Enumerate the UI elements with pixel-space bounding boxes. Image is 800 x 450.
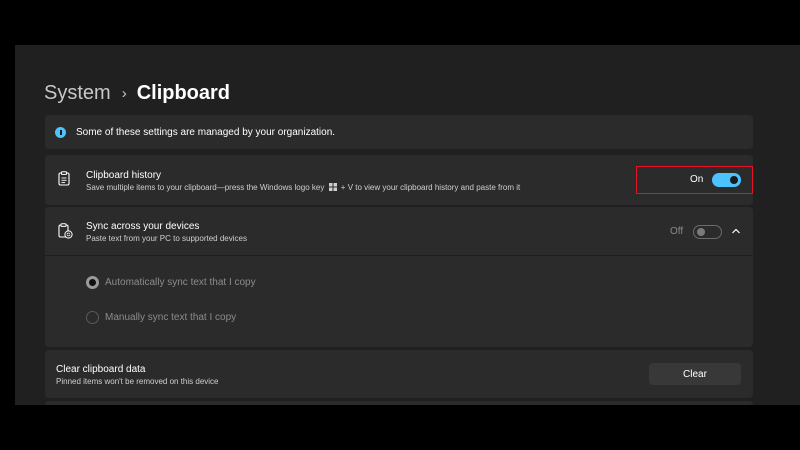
sync-toggle-label: Off — [670, 226, 684, 237]
highlight-annotation — [636, 166, 753, 194]
clipboard-history-title: Clipboard history — [86, 170, 162, 181]
clipboard-sync-icon — [58, 223, 73, 239]
sync-toggle[interactable] — [693, 225, 722, 239]
auto-sync-label: Automatically sync text that I copy — [105, 277, 256, 288]
breadcrumb: System › Clipboard — [44, 77, 230, 109]
clipboard-history-subtitle-part1: Save multiple items to your clipboard—pr… — [86, 183, 325, 192]
clear-data-subtitle: Pinned items won't be removed on this de… — [56, 377, 219, 386]
manual-sync-label: Manually sync text that I copy — [105, 312, 237, 323]
managed-info-bar: Some of these settings are managed by yo… — [45, 115, 753, 149]
windows-logo-icon — [328, 183, 337, 191]
managed-info-text: Some of these settings are managed by yo… — [76, 126, 336, 138]
breadcrumb-chevron-icon: › — [121, 84, 127, 102]
clear-button[interactable]: Clear — [649, 363, 741, 385]
auto-sync-radio[interactable] — [86, 276, 99, 289]
clipboard-history-subtitle-part2: + V to view your clipboard history and p… — [340, 183, 521, 192]
chevron-up-icon[interactable] — [731, 227, 741, 235]
clipboard-history-subtitle: Save multiple items to your clipboard—pr… — [86, 183, 520, 192]
info-icon — [55, 126, 66, 138]
settings-window: System › Clipboard Some of these setting… — [15, 45, 800, 405]
divider — [45, 255, 753, 256]
next-card — [45, 401, 753, 405]
clipboard-icon — [58, 171, 70, 186]
sync-title: Sync across your devices — [86, 221, 200, 232]
breadcrumb-system-link[interactable]: System — [44, 82, 111, 105]
page-title: Clipboard — [136, 81, 231, 104]
toggle-knob — [697, 228, 705, 236]
clear-data-title: Clear clipboard data — [56, 364, 146, 375]
manual-sync-radio[interactable] — [86, 311, 99, 324]
sync-subtitle: Paste text from your PC to supported dev… — [86, 234, 247, 243]
clear-data-card — [45, 350, 753, 398]
